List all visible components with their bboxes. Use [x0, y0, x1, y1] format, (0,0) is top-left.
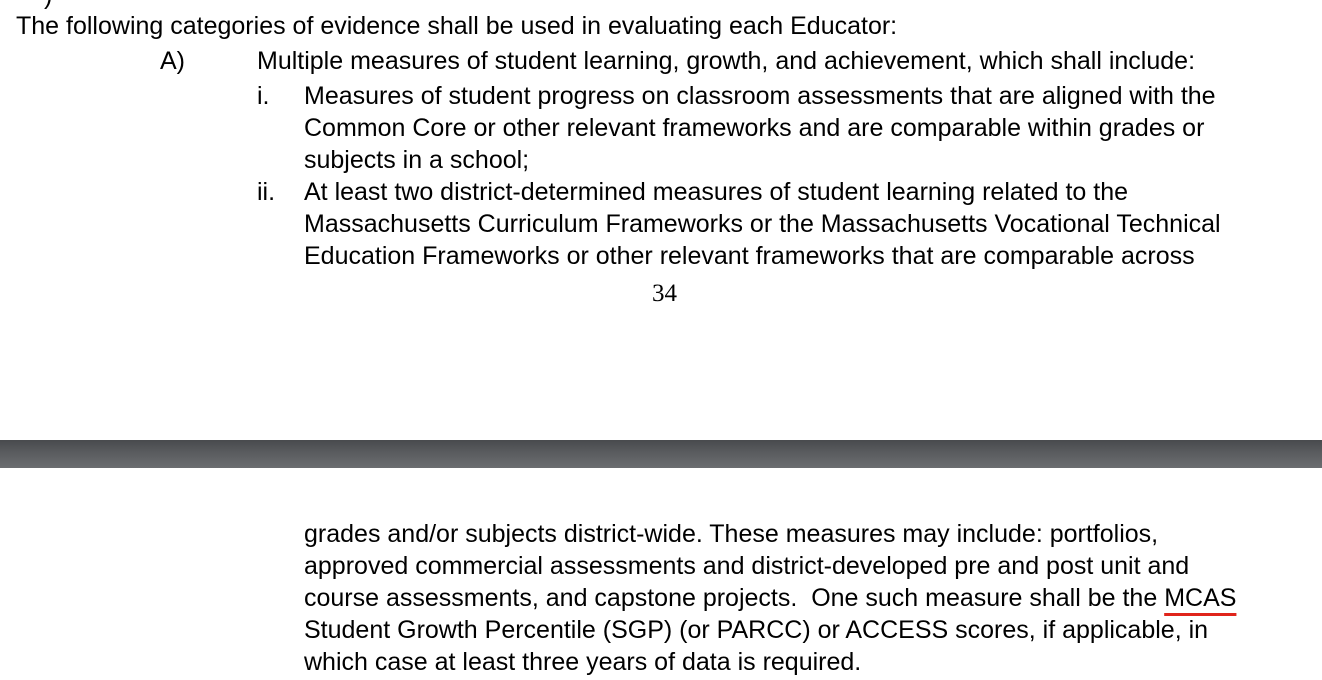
list-marker-a: A)	[160, 47, 185, 75]
list-marker-i: i.	[257, 82, 270, 110]
list-item-a-text: Multiple measures of student learning, g…	[257, 47, 1196, 75]
list-item-i-line: Common Core or other relevant frameworks…	[304, 114, 1205, 142]
continued-text-line: course assessments, and capstone project…	[304, 582, 1236, 614]
spellcheck-flagged-word[interactable]: MCAS	[1164, 584, 1236, 612]
text-segment: course assessments, and capstone project…	[304, 584, 1165, 612]
intro-paragraph: The following categories of evidence sha…	[16, 12, 898, 40]
continued-text-line: approved commercial assessments and dist…	[304, 552, 1190, 580]
list-marker-ii: ii.	[257, 178, 276, 206]
continued-text-line: Student Growth Percentile (SGP) (or PARC…	[304, 616, 1209, 644]
page-gap-separator	[0, 440, 1322, 468]
list-item-i-line: subjects in a school;	[304, 146, 530, 174]
continued-text-line: grades and/or subjects district-wide. Th…	[304, 520, 1159, 548]
document-page-bottom: grades and/or subjects district-wide. Th…	[0, 468, 1322, 680]
list-item-i-line: Measures of student progress on classroo…	[304, 82, 1216, 110]
cut-off-text: )	[44, 0, 52, 9]
list-item-ii-line: Education Frameworks or other relevant f…	[304, 242, 1195, 270]
page-number: 34	[652, 280, 677, 307]
list-item-ii-line: Massachusetts Curriculum Frameworks or t…	[304, 210, 1221, 238]
list-item-ii-line: At least two district-determined measure…	[304, 178, 1129, 206]
continued-text-line: which case at least three years of data …	[304, 648, 862, 676]
document-page-top: ) The following categories of evidence s…	[0, 0, 1322, 440]
